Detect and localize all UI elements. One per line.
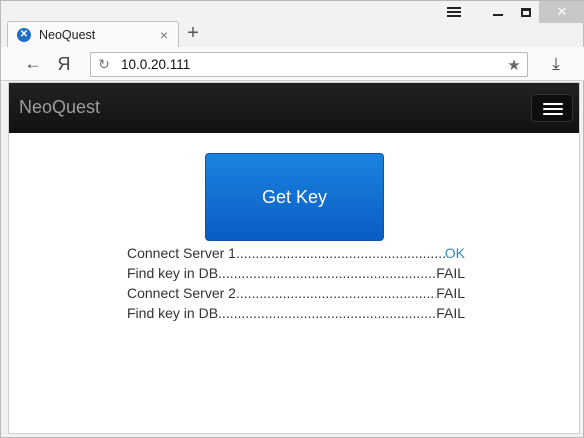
tab-close-button[interactable]: ×	[156, 27, 172, 43]
download-button[interactable]: ⤓	[543, 51, 569, 77]
download-icon: ⤓	[552, 54, 560, 73]
yandex-button[interactable]: Я	[51, 51, 77, 77]
maximize-button[interactable]	[509, 1, 543, 23]
web-page: NeoQuest Get Key Connect Server 1 ......…	[8, 82, 580, 434]
reload-icon[interactable]: ↻	[91, 56, 117, 73]
result-dots: ........................................…	[235, 245, 445, 261]
star-icon[interactable]: ★	[501, 56, 527, 74]
result-line: Connect Server 1 .......................…	[127, 243, 465, 263]
get-key-button[interactable]: Get Key	[205, 153, 384, 241]
close-window-button[interactable]: ✕	[539, 1, 584, 23]
title-bar: ✕	[1, 1, 584, 23]
site-brand[interactable]: NeoQuest	[19, 97, 100, 118]
results-list: Connect Server 1 .......................…	[127, 243, 465, 323]
result-line: Find key in DB..........................…	[127, 303, 465, 323]
result-dots: ........................................…	[218, 265, 437, 281]
close-icon: ✕	[556, 4, 568, 19]
address-bar[interactable]: ↻ 10.0.20.111 ★	[90, 52, 528, 77]
result-label: Find key in DB	[127, 305, 219, 321]
minimize-icon	[493, 14, 503, 16]
browser-menu-button[interactable]	[437, 1, 471, 23]
result-label: Connect Server 2	[127, 285, 236, 301]
browser-tab[interactable]: ✕ NeoQuest ×	[7, 21, 179, 47]
result-status: FAIL	[436, 265, 465, 281]
menu-icon	[447, 7, 461, 17]
result-label: Connect Server 1	[127, 245, 236, 261]
url-text[interactable]: 10.0.20.111	[121, 57, 501, 72]
neoquest-favicon-icon: ✕	[17, 27, 31, 42]
result-dots: ........................................…	[218, 305, 437, 321]
result-dots: ........................................…	[235, 285, 437, 301]
back-button[interactable]: ←	[20, 51, 46, 77]
result-line: Connect Server 2 .......................…	[127, 283, 465, 303]
maximize-icon	[521, 7, 531, 17]
result-label: Find key in DB	[127, 265, 219, 281]
result-status: FAIL	[436, 305, 465, 321]
navigation-bar: ← Я ↻ 10.0.20.111 ★ ⤓	[1, 47, 584, 81]
result-status: OK	[444, 245, 465, 261]
result-status: FAIL	[436, 285, 465, 301]
arrow-left-icon: ←	[24, 54, 42, 73]
navbar-toggle-button[interactable]	[531, 94, 573, 122]
browser-window: ✕ ✕ NeoQuest × + ← Я ↻ 10.0.20.111 ★ ⤓ N…	[0, 0, 584, 438]
result-line: Find key in DB..........................…	[127, 263, 465, 283]
tab-title: NeoQuest	[39, 27, 96, 42]
site-navbar: NeoQuest	[9, 83, 579, 133]
new-tab-button[interactable]: +	[183, 22, 203, 44]
